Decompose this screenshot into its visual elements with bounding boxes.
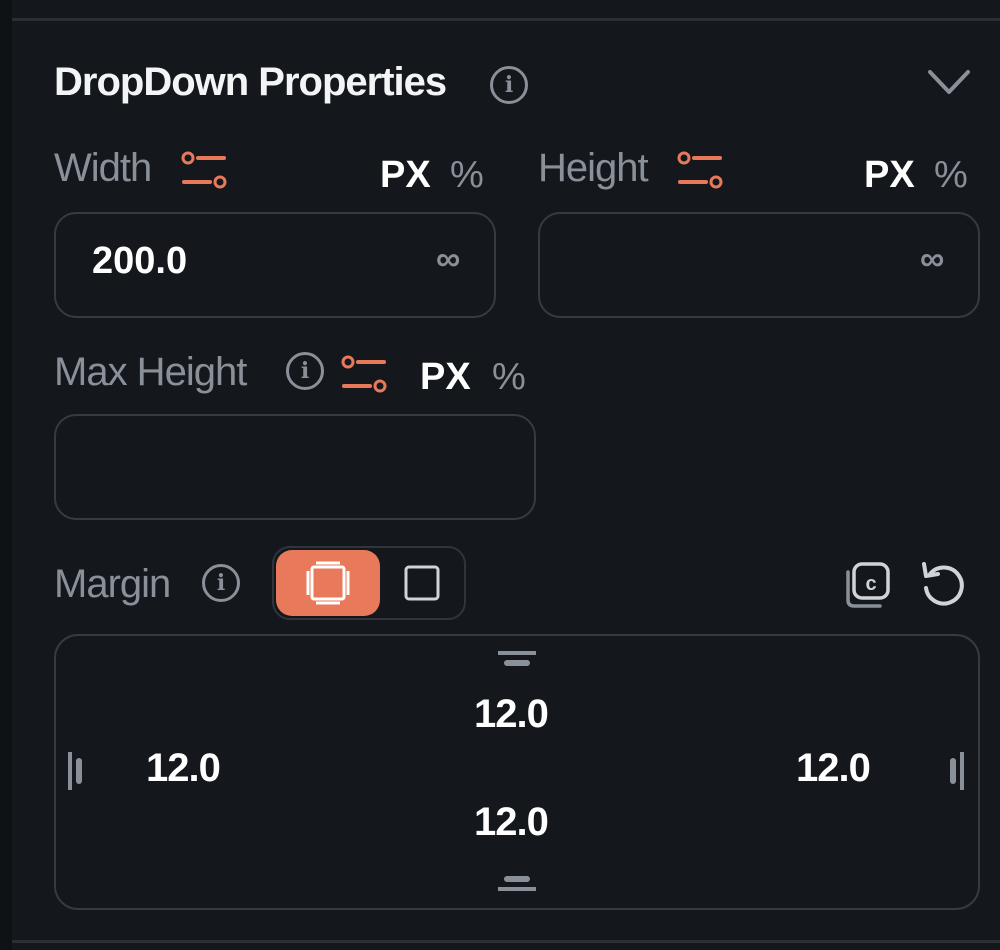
reset-icon[interactable] xyxy=(918,560,968,610)
section-divider-bottom xyxy=(12,940,1000,943)
margin-right-value[interactable]: 12.0 xyxy=(796,746,871,791)
sliders-icon[interactable] xyxy=(340,352,388,396)
width-unit-px[interactable]: PX xyxy=(380,154,431,197)
width-unit-percent[interactable]: % xyxy=(450,154,484,197)
square-icon xyxy=(404,565,440,601)
max-height-input[interactable] xyxy=(54,414,536,520)
margin-left-value[interactable]: 12.0 xyxy=(146,746,221,791)
height-label: Height xyxy=(538,146,649,190)
margin-top-handle-icon[interactable] xyxy=(496,650,538,670)
max-height-unit-percent[interactable]: % xyxy=(492,356,526,399)
left-panel-border xyxy=(0,0,12,950)
margin-left-handle-icon[interactable] xyxy=(66,750,88,792)
margin-label: Margin xyxy=(54,562,171,606)
margin-top-value[interactable]: 12.0 xyxy=(474,692,549,737)
info-icon[interactable]: i xyxy=(202,564,240,602)
sliders-icon[interactable] xyxy=(180,148,228,192)
height-input[interactable] xyxy=(538,212,980,318)
link-icon[interactable]: ∞ xyxy=(920,240,944,279)
height-unit-px[interactable]: PX xyxy=(864,154,915,197)
margin-uniform-button[interactable] xyxy=(388,550,460,616)
svg-text:c: c xyxy=(865,573,876,595)
margin-right-handle-icon[interactable] xyxy=(944,750,966,792)
info-icon[interactable]: i xyxy=(490,66,528,104)
max-height-unit-px[interactable]: PX xyxy=(420,356,471,399)
info-icon[interactable]: i xyxy=(286,352,324,390)
margin-bottom-handle-icon[interactable] xyxy=(496,872,538,892)
margin-all-sides-button[interactable] xyxy=(276,550,380,616)
all-sides-icon xyxy=(306,561,350,605)
link-icon[interactable]: ∞ xyxy=(436,240,460,279)
width-value: 200.0 xyxy=(92,240,188,282)
section-divider-top xyxy=(12,18,1000,21)
height-unit-percent[interactable]: % xyxy=(934,154,968,197)
chevron-down-icon[interactable] xyxy=(926,64,972,98)
width-label: Width xyxy=(54,146,152,190)
panel-title: DropDown Properties xyxy=(54,60,447,104)
copy-icon[interactable]: c xyxy=(840,560,892,612)
sliders-icon[interactable] xyxy=(676,148,724,192)
max-height-label: Max Height xyxy=(54,350,247,394)
margin-bottom-value[interactable]: 12.0 xyxy=(474,800,549,845)
